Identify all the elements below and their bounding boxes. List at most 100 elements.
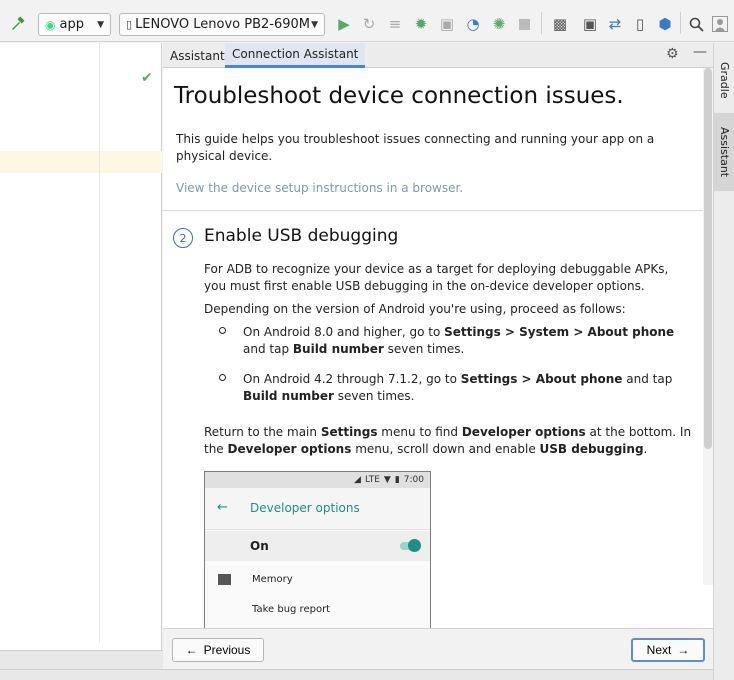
page-title: Troubleshoot device connection issues. [174,83,624,109]
network-type: LTE [364,475,380,485]
phone-screen-title: Developer options [250,501,360,515]
signal-icon: ◢ [354,475,361,485]
attach-debugger-icon[interactable]: ▣ [437,14,457,34]
sync-gradle-icon[interactable]: ⇄ [605,14,625,34]
toolbar-divider [680,12,681,34]
check-icon: ✔ [141,70,153,86]
apply-changes-icon[interactable]: ↻ [359,14,379,34]
assistant-tab-bar: Assistant Connection Assistant ⚙ — [163,43,713,68]
attach-process-icon[interactable]: ✺ [489,14,509,34]
tab-label: Connection Assistant [232,47,359,61]
text-run: Build number [243,389,334,403]
step-title: Enable USB debugging [204,226,399,246]
status-bar [0,669,713,680]
text-run: and tap [243,342,293,356]
bullet-item-android8: On Android 8.0 and higher, go to Setting… [243,324,683,358]
run-icon[interactable]: ▶ [334,14,354,34]
minimize-icon[interactable]: — [693,44,707,60]
text-run: USB debugging [539,442,644,456]
step-number-badge: 2 [173,228,193,248]
toggle-knob [408,539,421,552]
section-divider [163,210,703,211]
step-paragraph-2: Depending on the version of Android you'… [204,302,626,316]
back-arrow-icon: ← [217,500,228,515]
gradle-tab-label: Gradle [718,61,731,99]
account-icon[interactable] [710,14,730,34]
text-run: and tap [622,372,673,386]
debug-icon[interactable]: ✹ [411,14,431,34]
sdk-manager-icon[interactable]: ⬢ [655,14,675,34]
assistant-footer: ← Previous Next → [163,628,713,669]
text-run: seven times. [383,342,465,356]
hammer-icon[interactable] [8,14,28,34]
run-config-selector[interactable]: ◉ app ▼ [38,13,111,36]
wifi-icon: ▼ [383,475,391,485]
text-run: menu, scroll down and enable [351,442,540,456]
text-run: Build number [292,342,384,356]
phone-on-row: On [205,531,430,561]
assistant-tool-tab[interactable]: Assistant [714,113,734,191]
chevron-down-icon: ▼ [311,19,318,30]
tab-assistant[interactable]: Assistant [163,43,232,68]
search-icon[interactable] [686,14,706,34]
project-structure-icon[interactable]: ▩ [550,14,570,34]
content-scrollbar[interactable] [703,68,713,585]
text-run: Developer options [227,442,352,456]
scrollbar-thumb[interactable] [704,68,712,449]
phone-screenshot: ◢ LTE ▼ ▮ 7:00 ← Developer options On Me… [204,471,431,628]
ide-window: ◉ app ▼ ▯ LENOVO Lenovo PB2-690M ▼ ▶ ↻ ≡… [0,0,734,680]
step-paragraph-3: Return to the main Settings menu to find… [204,424,694,458]
arrow-left-icon: ← [185,643,198,657]
text-run: Developer options [461,425,586,439]
text-run: . [643,442,648,456]
phone-list-item: Take bug report [252,604,331,615]
bullet-item-android42: On Android 4.2 through 7.1.2, go to Sett… [243,371,683,405]
right-tool-strip: Gradle Assistant [713,43,734,680]
toolbar-divider [541,12,542,34]
device-label: LENOVO Lenovo PB2-690M [135,17,311,32]
right-margin-guide [99,43,100,643]
text-run: Return to the main [204,425,321,439]
gradle-tool-tab[interactable]: Gradle [714,51,734,109]
run-config-label: app [59,17,84,32]
editor-area[interactable]: ✔ [0,43,162,650]
tab-connection-assistant[interactable]: Connection Assistant [225,43,366,68]
text-run: On Android 4.2 through 7.1.2, go to [243,372,461,386]
android-icon: ◉ [45,17,56,32]
bullet-marker [219,327,226,334]
intro-text: This guide helps you troubleshoot issues… [176,132,655,163]
arrow-right-icon: → [677,643,690,657]
chevron-down-icon: ▼ [97,19,104,30]
device-setup-link[interactable]: View the device setup instructions in a … [176,181,463,195]
apply-code-changes-icon[interactable]: ≡ [385,14,405,34]
text-run: Settings > System > About phone [444,325,675,339]
assistant-tab-label: Assistant [718,126,731,178]
assistant-panel: Assistant Connection Assistant ⚙ — Troub… [163,43,713,669]
bullet-marker [219,374,226,381]
profile-icon[interactable]: ◔ [463,14,483,34]
previous-button[interactable]: ← Previous [172,638,264,662]
next-button-label: Next [646,643,672,657]
phone-app-bar: ← Developer options [205,488,430,530]
text-run: menu to find [377,425,462,439]
gear-icon[interactable]: ⚙ [666,46,679,62]
next-button[interactable]: Next → [631,638,705,662]
current-line-highlight [0,151,162,173]
main-toolbar: ◉ app ▼ ▯ LENOVO Lenovo PB2-690M ▼ ▶ ↻ ≡… [0,0,734,42]
text-run: Settings > About phone [460,372,623,386]
stop-icon[interactable] [514,14,534,34]
phone-status-bar: ◢ LTE ▼ ▮ 7:00 [205,472,430,488]
phone-icon: ▯ [126,18,133,31]
device-selector[interactable]: ▯ LENOVO Lenovo PB2-690M ▼ [119,13,325,36]
avd-manager-icon[interactable]: ▣ [580,14,600,34]
previous-button-label: Previous [203,643,251,657]
step-paragraph-1: For ADB to recognize your device as a ta… [204,262,669,293]
device-manager-icon[interactable]: ▯ [630,14,650,34]
editor-bottom-bar [0,650,163,669]
assistant-content: Troubleshoot device connection issues. T… [163,68,703,628]
phone-toggle-label: On [250,539,269,553]
text-run: seven times. [333,389,415,403]
text-run: On Android 8.0 and higher, go to [243,325,445,339]
phone-list-item: Memory [252,574,293,585]
tab-label: Assistant [170,48,225,63]
